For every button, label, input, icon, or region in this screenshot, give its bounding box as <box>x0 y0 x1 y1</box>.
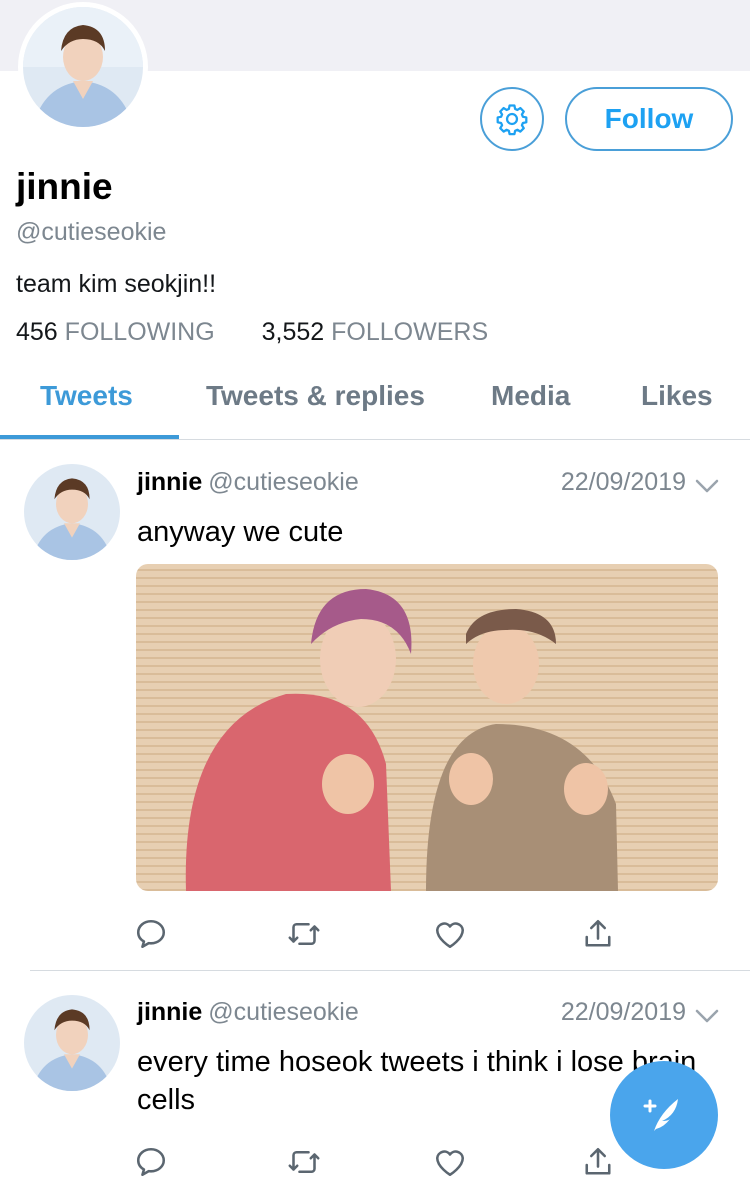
retweet-icon[interactable] <box>286 916 322 952</box>
profile-display-name: jinnie <box>16 166 113 207</box>
tweet-author-handle: @cutieseokie <box>208 998 359 1026</box>
profile-bio: team kim seokjin!! <box>16 270 217 298</box>
tweet-text: anyway we cute <box>137 516 344 548</box>
profile-avatar[interactable] <box>18 2 148 132</box>
tab-media[interactable]: Media <box>491 380 570 412</box>
tweet-header: jinnie @cutieseokie <box>137 998 359 1027</box>
tweet-avatar[interactable] <box>24 464 120 560</box>
retweet-icon[interactable] <box>286 1144 322 1180</box>
followers-stat[interactable]: 3,552 FOLLOWERS <box>262 318 489 347</box>
tab-likes[interactable]: Likes <box>641 380 713 412</box>
reply-icon[interactable] <box>133 916 169 952</box>
share-icon[interactable] <box>580 916 616 952</box>
avatar-image <box>24 995 120 1091</box>
settings-button[interactable] <box>480 87 544 151</box>
profile-tabs: Tweets Tweets & replies Media Likes <box>0 360 750 440</box>
tab-tweets-and-replies[interactable]: Tweets & replies <box>206 380 425 412</box>
avatar-image <box>23 7 143 127</box>
tweet-author-name[interactable]: jinnie <box>137 998 202 1026</box>
heart-icon[interactable] <box>432 1144 468 1180</box>
reply-icon[interactable] <box>133 1144 169 1180</box>
tweet-author-handle: @cutieseokie <box>208 468 359 496</box>
avatar-image <box>24 464 120 560</box>
share-icon[interactable] <box>580 1144 616 1180</box>
photo <box>136 564 718 891</box>
compose-icon <box>643 1099 678 1131</box>
tweet-author-name[interactable]: jinnie <box>137 468 202 496</box>
compose-tweet-button[interactable] <box>610 1061 718 1169</box>
profile-stats: 456 FOLLOWING 3,552 FOLLOWERS <box>16 318 528 347</box>
tab-tweets[interactable]: Tweets <box>40 380 133 412</box>
followers-label: FOLLOWERS <box>331 318 489 346</box>
chevron-down-icon[interactable] <box>694 476 720 496</box>
tweet-date: 22/09/2019 <box>560 468 686 496</box>
tweet-divider <box>30 970 750 971</box>
tweet-header: jinnie @cutieseokie <box>137 468 359 497</box>
gear-icon <box>496 104 528 136</box>
followers-count: 3,552 <box>261 318 325 346</box>
following-count: 456 <box>16 318 58 346</box>
tweet-media-image[interactable] <box>136 564 718 891</box>
chevron-down-icon[interactable] <box>694 1006 720 1026</box>
following-label: FOLLOWING <box>64 318 215 346</box>
tweet-avatar[interactable] <box>24 995 120 1091</box>
tweet-date: 22/09/2019 <box>560 998 686 1026</box>
follow-button[interactable]: Follow <box>565 87 733 151</box>
following-stat[interactable]: 456 FOLLOWING <box>16 318 215 347</box>
active-tab-indicator <box>0 435 179 439</box>
tweet-actions <box>0 916 750 956</box>
heart-icon[interactable] <box>432 916 468 952</box>
profile-handle: @cutieseokie <box>16 218 167 246</box>
